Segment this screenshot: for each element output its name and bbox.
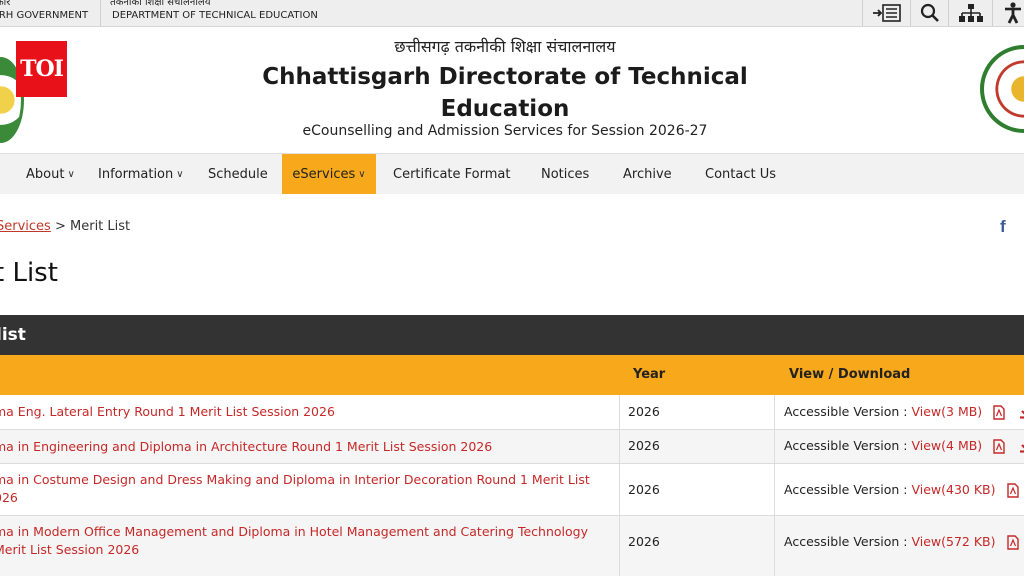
site-subtitle: eCounselling and Admission Services for … [302,123,708,139]
row-view-cell: Accessible Version : View(572 KB) [784,534,1024,550]
view-prefix: Accessible Version : [784,404,908,419]
download-icon[interactable] [1019,440,1024,453]
nav-label: Archive [623,166,672,182]
pdf-icon[interactable] [993,405,1005,420]
merit-list-link[interactable]: ma in Costume Design and Dress Making an… [0,471,594,507]
nav-item-contact-us[interactable]: Contact Us [705,154,776,194]
chevron-down-icon: ∨ [358,168,366,180]
breadcrumb-current: Merit List [70,219,131,234]
nav-item-certificate-format[interactable]: Certificate Format [393,154,510,194]
gov-english: ARH GOVERNMENT [0,10,89,21]
main-nav: About ∨ Information ∨ Schedule eServices… [0,153,1024,194]
table-row: ma in Costume Design and Dress Making an… [0,464,1024,516]
view-link[interactable]: View(430 KB) [911,482,995,497]
row-year: 2026 [628,404,660,419]
pdf-icon[interactable] [993,439,1005,454]
nav-label: Certificate Format [393,166,511,182]
gov-hindi: कार [0,0,11,8]
view-link[interactable]: View(3 MB) [911,404,982,419]
nav-item-eservices[interactable]: eServices ∨ [282,154,376,194]
view-link[interactable]: View(4 MB) [911,438,982,453]
top-strip: कार ARH GOVERNMENT तकनीकी शिक्षा संचालना… [0,0,1024,27]
dept-hindi: तकनीकी शिक्षा संचालनालय [110,0,211,8]
view-link[interactable]: View(572 KB) [911,534,995,549]
breadcrumb-link-services[interactable]: Services [0,219,51,234]
facebook-icon[interactable]: f [1000,217,1014,236]
view-prefix: Accessible Version : [784,534,908,549]
merit-list-link[interactable]: ma in Modern Office Management and Diplo… [0,523,594,559]
breadcrumb: Services > Merit List [0,219,130,234]
nav-item-about[interactable]: About ∨ [26,154,75,194]
chevron-down-icon: ∨ [67,168,75,180]
site-header: TOI छत्तीसगढ़ तकनीकी शिक्षा संचालनालय Ch… [0,27,1024,153]
nav-label: Information [98,166,174,182]
row-year: 2026 [628,534,660,549]
chevron-down-icon: ∨ [176,168,184,180]
nav-label: Contact Us [705,166,776,182]
row-view-cell: Accessible Version : View(3 MB) [784,404,1024,420]
row-title-line1: ma in Engineering and Diploma in Archite… [0,439,493,454]
sitemap-icon [959,4,983,22]
merit-list-link[interactable]: ma Eng. Lateral Entry Round 1 Merit List… [0,403,594,421]
pdf-icon[interactable] [1006,535,1019,550]
section-title: list [0,325,26,345]
table-row: ma Eng. Lateral Entry Round 1 Merit List… [0,395,1024,430]
column-header-view: View / Download [789,367,911,382]
nav-item-information[interactable]: Information ∨ [98,154,184,194]
row-title-line1: ma Eng. Lateral Entry Round 1 Merit List… [0,404,335,419]
sitemap-button[interactable] [948,0,993,26]
merit-list-link[interactable]: ma in Engineering and Diploma in Archite… [0,438,594,456]
column-divider [619,395,620,576]
download-icon[interactable] [1019,406,1024,419]
nav-item-archive[interactable]: Archive [623,154,672,194]
site-title-line2: Education [440,96,570,122]
pdf-icon[interactable] [1006,483,1019,498]
row-title-line2: Merit List Session 2026 [0,542,140,557]
column-divider [774,395,775,576]
search-icon [920,3,939,22]
page-title: t List [0,258,58,288]
row-title-line2: 026 [0,490,18,505]
table-row: ma in Modern Office Management and Diplo… [0,516,1024,576]
column-header-year: Year [633,367,666,382]
site-title-hindi: छत्तीसगढ़ तकनीकी शिक्षा संचालनालय [394,37,616,56]
accessibility-button[interactable] [992,0,1024,26]
row-year: 2026 [628,482,660,497]
nav-item-schedule[interactable]: Schedule [208,154,268,194]
government-label: कार ARH GOVERNMENT [0,0,101,26]
accessibility-icon [1005,2,1021,24]
nav-label: eServices [292,166,356,182]
skip-to-content-icon [873,4,901,22]
view-prefix: Accessible Version : [784,482,908,497]
table-row: ma in Engineering and Diploma in Archite… [0,430,1024,464]
search-button[interactable] [910,0,949,26]
dept-english: DEPARTMENT OF TECHNICAL EDUCATION [112,10,318,21]
site-title[interactable]: Chhattisgarh Directorate of Technical Ed… [0,61,1010,125]
row-title-line1: ma in Modern Office Management and Diplo… [0,524,588,539]
row-title-line1: ma in Costume Design and Dress Making an… [0,472,590,487]
nav-label: About [26,166,65,182]
table-section-header: list [0,315,1024,355]
row-view-cell: Accessible Version : View(430 KB) [784,482,1024,498]
nav-item-notices[interactable]: Notices [541,154,589,194]
nav-label: Notices [541,166,590,182]
table-header-row: Year View / Download [0,355,1024,395]
skip-to-content-button[interactable] [862,0,911,26]
row-year: 2026 [628,438,660,453]
breadcrumb-separator: > [54,219,66,234]
site-title-line1: Chhattisgarh Directorate of Technical [262,64,748,90]
view-prefix: Accessible Version : [784,438,908,453]
nav-label: Schedule [208,166,268,182]
row-view-cell: Accessible Version : View(4 MB) [784,438,1024,454]
